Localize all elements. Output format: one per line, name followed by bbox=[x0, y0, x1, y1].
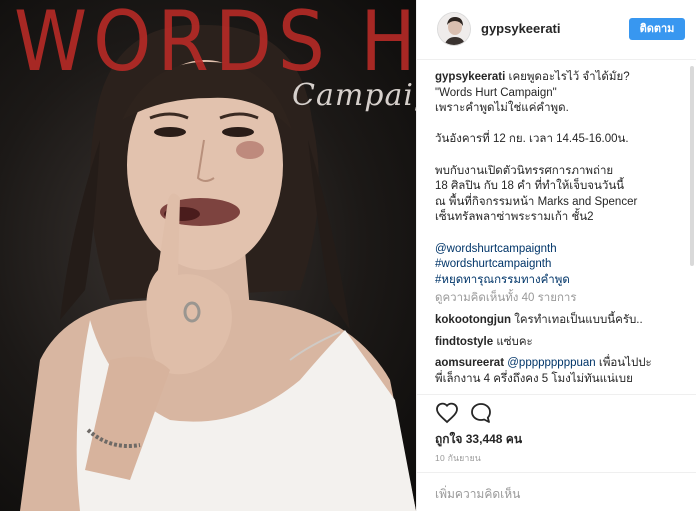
hashtag-link[interactable]: @wordshurtcampaignth bbox=[435, 242, 685, 258]
comment-mention-link[interactable]: @pppppppppuan bbox=[507, 357, 595, 369]
comment-text: เพื่อนไปปะ bbox=[595, 357, 652, 370]
caption-line: วันอังคารที่ 12 กย. เวลา 14.45-16.00น. bbox=[435, 133, 629, 146]
comment-text: พี่เล็กงาน 4 ครึ่งถึงคง 5 โมงไม่ทันแน่เบ… bbox=[435, 372, 633, 385]
comment-username[interactable]: aomsureerat bbox=[435, 357, 504, 369]
add-comment-input[interactable]: เพิ่มความคิดเห็น bbox=[435, 485, 520, 504]
comment-item: findtostyle แซ่บคะ bbox=[435, 335, 685, 351]
post-image-headline: WORDS HURT bbox=[14, 0, 416, 91]
post-photo[interactable]: WORDS HURT Campaign bbox=[0, 0, 416, 511]
comments-list: gypsykeerati เคยพูดอะไรไว้ จำได้มั้ย? "W… bbox=[435, 70, 685, 392]
caption-line: เคยพูดอะไรไว้ จำได้มั้ย? bbox=[508, 71, 630, 83]
caption-line: พบกับงานเปิดตัวนิทรรศการภาพถ่าย bbox=[435, 164, 614, 177]
avatar[interactable] bbox=[437, 12, 471, 46]
comment-text: แซ่บคะ bbox=[496, 335, 533, 348]
follow-button[interactable]: ติดตาม bbox=[629, 18, 685, 40]
comment-item: aomsureerat @pppppppppuan เพื่อนไปปะ พี่… bbox=[435, 356, 685, 387]
speech-bubble-icon[interactable] bbox=[469, 401, 493, 425]
hashtag-link[interactable]: #wordshurtcampaignth bbox=[435, 257, 685, 273]
caption-first-line: gypsykeerati เคยพูดอะไรไว้ จำได้มั้ย? bbox=[435, 70, 685, 86]
view-all-comments-link[interactable]: ดูความคิดเห็นทั้ง 40 รายการ bbox=[435, 291, 685, 307]
hashtag-link[interactable]: #หยุดทารุณกรรมทางคำพูด bbox=[435, 273, 685, 289]
caption-line: 18 ศิลปิน กับ 18 คำ ที่ทำให้เจ็บจนวันนี้ bbox=[435, 180, 625, 193]
comment-item: kokootongjun ใครทำเทอเป็นแบบนี้ครับ.. bbox=[435, 313, 685, 329]
likes-count[interactable]: ถูกใจ 33,448 คน bbox=[435, 430, 522, 449]
post-header: gypsykeerati ติดตาม bbox=[417, 0, 696, 60]
avatar-photo-icon bbox=[438, 13, 470, 45]
comments-scrollbar[interactable] bbox=[690, 66, 694, 266]
add-comment-box[interactable]: เพิ่มความคิดเห็น bbox=[417, 472, 696, 511]
post-side-panel: gypsykeerati ติดตาม gypsykeerati เคยพูดอ… bbox=[416, 0, 696, 511]
header-username[interactable]: gypsykeerati bbox=[481, 21, 561, 36]
caption-line: ณ พื้นที่กิจกรรมหน้า Marks and Spencer bbox=[435, 195, 638, 208]
comment-username[interactable]: kokootongjun bbox=[435, 314, 511, 326]
post-date: 10 กันยายน bbox=[435, 453, 482, 463]
heart-outline-icon[interactable] bbox=[435, 401, 459, 425]
comment-username[interactable]: findtostyle bbox=[435, 336, 493, 348]
caption-username[interactable]: gypsykeerati bbox=[435, 71, 505, 83]
caption-line: "Words Hurt Campaign" bbox=[435, 86, 557, 99]
comment-text: ใครทำเทอเป็นแบบนี้ครับ.. bbox=[514, 313, 643, 326]
caption-line: เซ็นทรัลพลาซ่าพระรามเก้า ชั้น2 bbox=[435, 211, 594, 224]
caption-line: เพราะคำพูดไม่ใช่แค่คำพูด. bbox=[435, 102, 569, 115]
post-image-subheadline: Campaign bbox=[292, 78, 416, 113]
